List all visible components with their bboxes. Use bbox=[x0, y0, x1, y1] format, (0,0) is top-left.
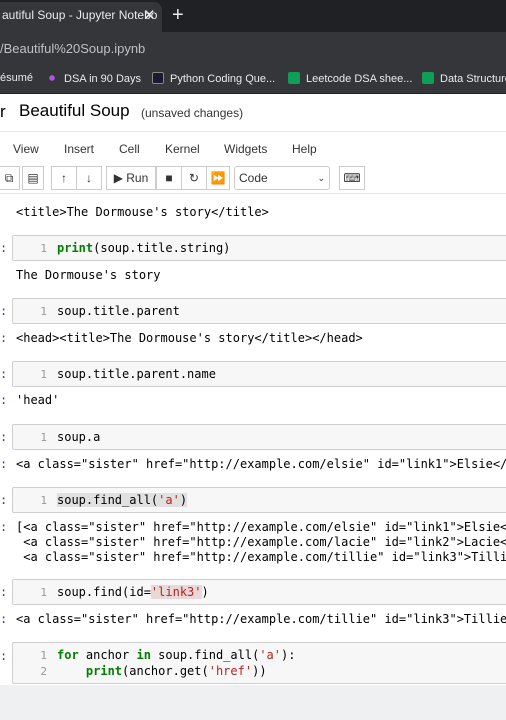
cell-output: 'head' bbox=[16, 393, 60, 407]
cell-output: <head><title>The Dormouse's story</title… bbox=[16, 331, 363, 345]
cell-code[interactable]: soup.title.parent.name bbox=[57, 367, 216, 381]
green-plus-icon bbox=[288, 72, 300, 84]
bookmark-dsa-90-days[interactable]: DSA in 90 Days bbox=[46, 72, 141, 85]
jupyter-logo[interactable]: r bbox=[0, 102, 6, 122]
line-number: 2 bbox=[40, 665, 47, 678]
run-button[interactable]: ▶ Run bbox=[106, 166, 156, 190]
code-cell[interactable]: 1 soup.title.parent.name bbox=[12, 361, 506, 387]
line-number: 1 bbox=[40, 305, 47, 318]
paste-icon[interactable]: ▤ bbox=[22, 166, 44, 190]
restart-icon[interactable]: ↻ bbox=[181, 166, 207, 190]
cell-code[interactable]: soup.find_all('a') bbox=[57, 493, 188, 507]
menu-cell[interactable]: Cell bbox=[119, 142, 140, 156]
cell-code[interactable]: soup.find(id='link3') bbox=[57, 585, 209, 599]
code-cell[interactable]: 1 soup.find(id='link3') bbox=[12, 579, 506, 605]
line-number: 1 bbox=[40, 431, 47, 444]
cell-prompt: : bbox=[0, 367, 8, 381]
code-cell[interactable]: 1 soup.a bbox=[12, 424, 506, 450]
bookmarks-bar: ésumé DSA in 90 Days Python Coding Que..… bbox=[0, 66, 506, 94]
purple-dots-icon bbox=[46, 72, 58, 84]
cell-prompt: : bbox=[0, 430, 8, 444]
output-prompt: : bbox=[0, 520, 8, 534]
green-plus-icon bbox=[422, 72, 434, 84]
cell-output: <title>The Dormouse's story</title> bbox=[16, 205, 269, 219]
close-tab-icon[interactable]: ✕ bbox=[143, 8, 156, 24]
stop-icon[interactable]: ■ bbox=[156, 166, 182, 190]
notebook-title[interactable]: Beautiful Soup bbox=[19, 101, 130, 121]
new-tab-icon[interactable]: + bbox=[172, 3, 184, 27]
cell-code[interactable]: print(anchor.get('href')) bbox=[57, 664, 267, 678]
q-icon bbox=[152, 72, 164, 84]
cell-prompt: : bbox=[0, 585, 8, 599]
menu-help[interactable]: Help bbox=[292, 142, 317, 156]
line-number: 1 bbox=[40, 242, 47, 255]
cell-prompt: : bbox=[0, 304, 8, 318]
cell-output: <a class="sister" href="http://example.c… bbox=[16, 550, 506, 564]
code-cell[interactable]: 1 soup.title.parent bbox=[12, 298, 506, 324]
tab-title: autiful Soup - Jupyter Notebo bbox=[2, 8, 158, 22]
notebook-body: <title>The Dormouse's story</title> : 1 … bbox=[0, 195, 506, 720]
line-number: 1 bbox=[40, 649, 47, 662]
bookmark-leetcode-dsa[interactable]: Leetcode DSA shee... bbox=[288, 72, 412, 85]
move-up-icon[interactable]: ↑ bbox=[51, 166, 77, 190]
output-prompt: : bbox=[0, 393, 8, 407]
cell-code[interactable]: soup.a bbox=[57, 430, 100, 444]
keyboard-icon[interactable]: ⌨ bbox=[339, 166, 365, 190]
code-cell[interactable]: 1 2 for anchor in soup.find_all('a'): pr… bbox=[12, 642, 506, 684]
output-prompt: : bbox=[0, 612, 8, 626]
browser-tab-bar: autiful Soup - Jupyter Notebo ✕ + bbox=[0, 0, 506, 32]
fast-forward-icon[interactable]: ⏩ bbox=[206, 166, 230, 190]
cell-code[interactable]: soup.title.parent bbox=[57, 304, 180, 318]
menu-bar: View Insert Cell Kernel Widgets Help bbox=[0, 132, 506, 164]
menu-kernel[interactable]: Kernel bbox=[165, 142, 200, 156]
cell-output: <a class="sister" href="http://example.c… bbox=[16, 612, 506, 626]
cell-prompt: : bbox=[0, 241, 8, 255]
line-number: 1 bbox=[40, 494, 47, 507]
move-down-icon[interactable]: ↓ bbox=[76, 166, 102, 190]
line-number: 1 bbox=[40, 368, 47, 381]
menu-insert[interactable]: Insert bbox=[64, 142, 94, 156]
cell-output: The Dormouse's story bbox=[16, 268, 161, 282]
output-prompt: : bbox=[0, 331, 8, 345]
unsaved-indicator: (unsaved changes) bbox=[141, 106, 244, 120]
address-bar[interactable]: /Beautiful%20Soup.ipynb bbox=[0, 32, 506, 66]
cell-code[interactable]: for anchor in soup.find_all('a'): bbox=[57, 648, 295, 662]
line-number: 1 bbox=[40, 586, 47, 599]
menu-view[interactable]: View bbox=[13, 142, 39, 156]
browser-tab[interactable]: autiful Soup - Jupyter Notebo ✕ bbox=[0, 2, 162, 32]
cell-prompt: : bbox=[0, 493, 8, 507]
cell-type-select[interactable]: Code ⌄ bbox=[234, 166, 330, 190]
bookmark-python-coding[interactable]: Python Coding Que... bbox=[152, 72, 275, 85]
bookmark-resume[interactable]: ésumé bbox=[0, 72, 33, 84]
cell-prompt: : bbox=[0, 649, 8, 663]
menu-widgets[interactable]: Widgets bbox=[224, 142, 267, 156]
bookmark-data-structure[interactable]: Data Structure bbox=[422, 72, 506, 85]
chevron-down-icon: ⌄ bbox=[317, 173, 325, 183]
cell-output: <a class="sister" href="http://example.c… bbox=[16, 535, 506, 549]
code-cell[interactable]: 1 soup.find_all('a') bbox=[12, 487, 506, 513]
cell-code[interactable]: print(soup.title.string) bbox=[57, 241, 230, 255]
code-cell[interactable]: 1 print(soup.title.string) bbox=[12, 235, 506, 261]
notebook-toolbar: ⧉ ▤ ↑ ↓ ▶ Run ■ ↻ ⏩ Code ⌄ ⌨ bbox=[0, 164, 506, 194]
output-prompt: : bbox=[0, 457, 8, 471]
notebook-header: r Beautiful Soup (unsaved changes) bbox=[0, 94, 506, 132]
cell-output: [<a class="sister" href="http://example.… bbox=[16, 520, 506, 534]
cell-output: <a class="sister" href="http://example.c… bbox=[16, 457, 506, 471]
output-area-faded bbox=[0, 685, 506, 720]
url-text[interactable]: /Beautiful%20Soup.ipynb bbox=[0, 41, 145, 56]
copy-icon[interactable]: ⧉ bbox=[0, 166, 20, 190]
